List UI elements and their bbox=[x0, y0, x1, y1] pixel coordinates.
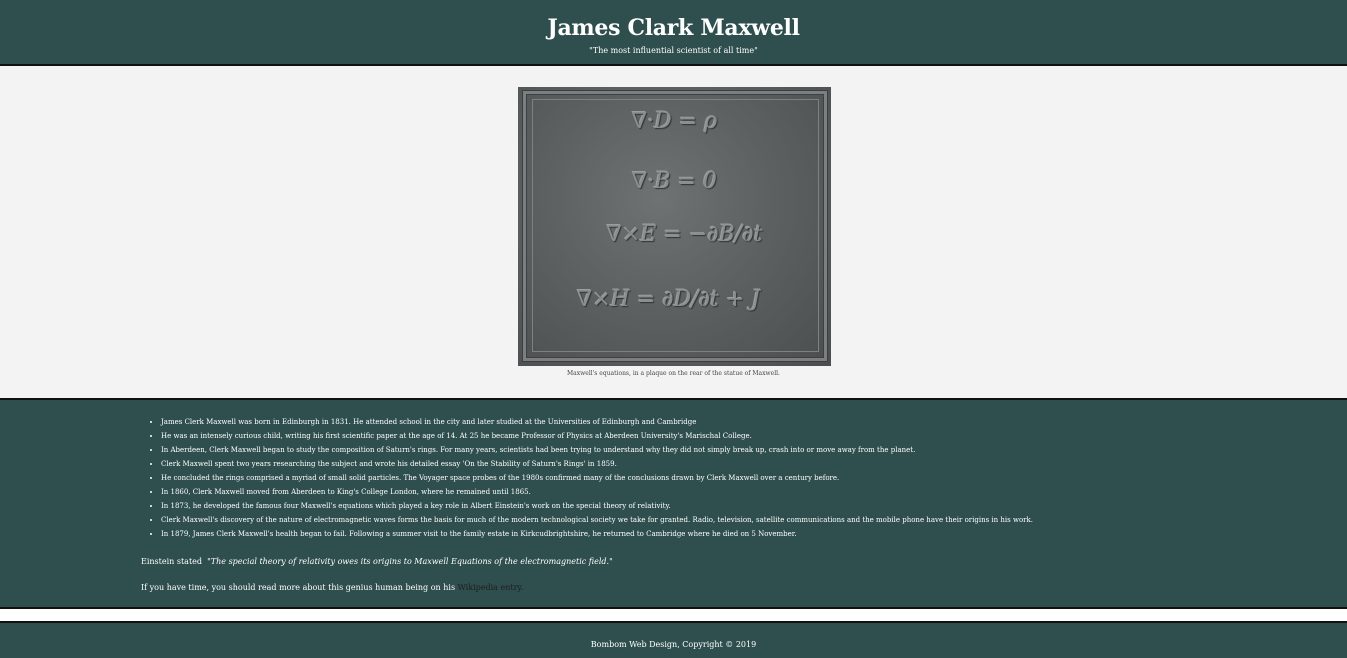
facts-list: James Clerk Maxwell was born in Edinburg… bbox=[145, 415, 1033, 541]
page-subtitle: "The most influential scientist of all t… bbox=[589, 46, 758, 55]
list-item: He concluded the rings comprised a myria… bbox=[161, 471, 1033, 485]
list-item: In 1860, Clerk Maxwell moved from Aberde… bbox=[161, 485, 1033, 499]
einstein-quote: Einstein stated "The special theory of r… bbox=[141, 557, 613, 566]
read-more: If you have time, you should read more a… bbox=[141, 583, 523, 592]
image-section: ∇·D = ρ ∇·B = 0 ∇×E = −∂B/∂t ∇×H = ∂D/∂t… bbox=[0, 66, 1347, 400]
list-item: James Clerk Maxwell was born in Edinburg… bbox=[161, 415, 1033, 429]
image-caption: Maxwell's equations, in a plaque on the … bbox=[567, 370, 780, 377]
list-item: He was an intensely curious child, writi… bbox=[161, 429, 1033, 443]
quote-prefix: Einstein stated bbox=[141, 557, 203, 566]
equation-faraday-law: ∇×E = −∂B/∂t bbox=[606, 222, 763, 247]
page-title: James Clark Maxwell bbox=[547, 15, 800, 41]
quote-text: "The special theory of relativity owes i… bbox=[207, 557, 613, 566]
read-more-text: If you have time, you should read more a… bbox=[141, 583, 456, 592]
maxwell-equations-plaque-image: ∇·D = ρ ∇·B = 0 ∇×E = −∂B/∂t ∇×H = ∂D/∂t… bbox=[518, 87, 831, 366]
list-item: In Aberdeen, Clerk Maxwell began to stud… bbox=[161, 443, 1033, 457]
equation-gauss-magnetism: ∇·B = 0 bbox=[632, 169, 717, 194]
footer-copyright: Bombom Web Design, Copyright © 2019 bbox=[590, 640, 757, 649]
equation-ampere-law: ∇×H = ∂D/∂t + J bbox=[576, 287, 761, 312]
list-item: In 1873, he developed the famous four Ma… bbox=[161, 499, 1033, 513]
list-item: Clerk Maxwell spent two years researchin… bbox=[161, 457, 1033, 471]
wikipedia-link[interactable]: Wikipedia entry. bbox=[458, 583, 524, 592]
page-header: James Clark Maxwell "The most influentia… bbox=[0, 0, 1347, 66]
equation-gauss-law: ∇·D = ρ bbox=[631, 109, 718, 134]
page-footer: Bombom Web Design, Copyright © 2019 bbox=[0, 621, 1347, 658]
list-item: Clerk Maxwell's discovery of the nature … bbox=[161, 513, 1033, 527]
list-item: In 1879, James Clerk Maxwell's health be… bbox=[161, 527, 1033, 541]
bio-section: James Clerk Maxwell was born in Edinburg… bbox=[0, 400, 1347, 609]
